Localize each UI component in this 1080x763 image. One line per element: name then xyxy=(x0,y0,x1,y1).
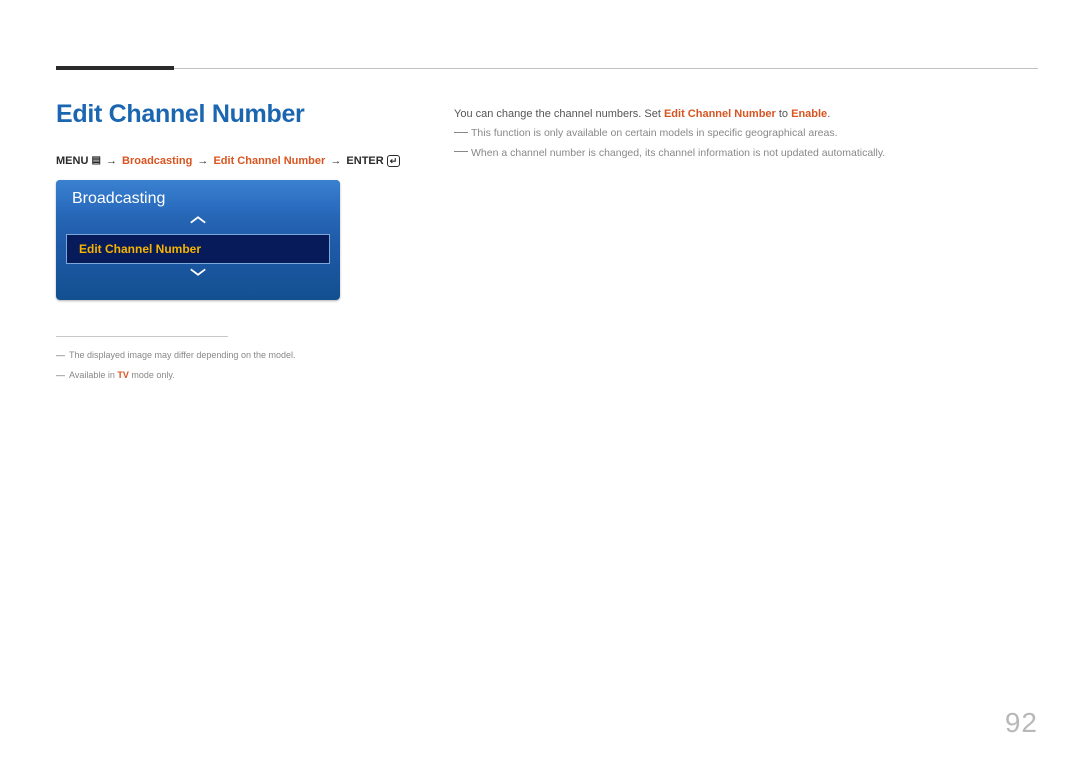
menu-widget: Broadcasting Edit Channel Number xyxy=(56,180,340,300)
body-note2-text: When a channel number is changed, its ch… xyxy=(471,147,885,159)
body-note2: When a channel number is changed, its ch… xyxy=(454,144,1038,163)
breadcrumb-seg-edit-channel-number: Edit Channel Number xyxy=(213,155,325,167)
body-line1-bold2: Enable xyxy=(791,108,827,120)
body-note1-text: This function is only available on certa… xyxy=(471,127,838,139)
footnote-model-disclaimer: ― The displayed image may differ dependin… xyxy=(56,348,295,362)
body-note1: This function is only available on certa… xyxy=(454,124,1038,143)
breadcrumb-enter-label: ENTER xyxy=(346,155,383,167)
menu-icon: ▤ xyxy=(91,155,100,166)
scroll-down-button[interactable] xyxy=(56,266,340,284)
scroll-up-button[interactable] xyxy=(56,214,340,232)
body-line1-bold1: Edit Channel Number xyxy=(664,108,776,120)
body-line1-pre: You can change the channel numbers. Set xyxy=(454,108,664,120)
page-title: Edit Channel Number xyxy=(56,100,305,129)
page-top-rule xyxy=(56,68,1038,69)
footnote-rule xyxy=(56,336,228,337)
page-number: 92 xyxy=(1005,707,1038,739)
footnote-text-post: mode only. xyxy=(129,370,175,380)
body-text: You can change the channel numbers. Set … xyxy=(454,104,1038,163)
body-line1: You can change the channel numbers. Set … xyxy=(454,104,1038,124)
dash-icon: ― xyxy=(56,370,65,380)
chevron-down-icon xyxy=(189,267,207,277)
breadcrumb: MENU ▤ → Broadcasting → Edit Channel Num… xyxy=(56,154,400,169)
footnote-text: The displayed image may differ depending… xyxy=(69,350,295,360)
footnote-tv-label: TV xyxy=(117,370,129,380)
arrow-icon: → xyxy=(106,155,117,167)
body-line1-mid: to xyxy=(776,108,791,120)
arrow-icon: → xyxy=(197,155,208,167)
footnote-tv-mode: ― Available in TV mode only. xyxy=(56,368,175,382)
dash-icon xyxy=(454,151,468,152)
menu-widget-header: Broadcasting xyxy=(56,180,340,214)
chevron-up-icon xyxy=(189,215,207,225)
menu-widget-selected-item[interactable]: Edit Channel Number xyxy=(66,234,330,264)
breadcrumb-menu-label: MENU xyxy=(56,155,88,167)
breadcrumb-seg-broadcasting: Broadcasting xyxy=(122,155,192,167)
dash-icon xyxy=(454,132,468,133)
footnote-text-pre: Available in xyxy=(69,370,117,380)
arrow-icon: → xyxy=(330,155,341,167)
dash-icon: ― xyxy=(56,350,65,360)
enter-icon: ↵ xyxy=(387,155,401,167)
page-top-rule-accent xyxy=(56,66,174,70)
body-line1-post: . xyxy=(827,108,830,120)
